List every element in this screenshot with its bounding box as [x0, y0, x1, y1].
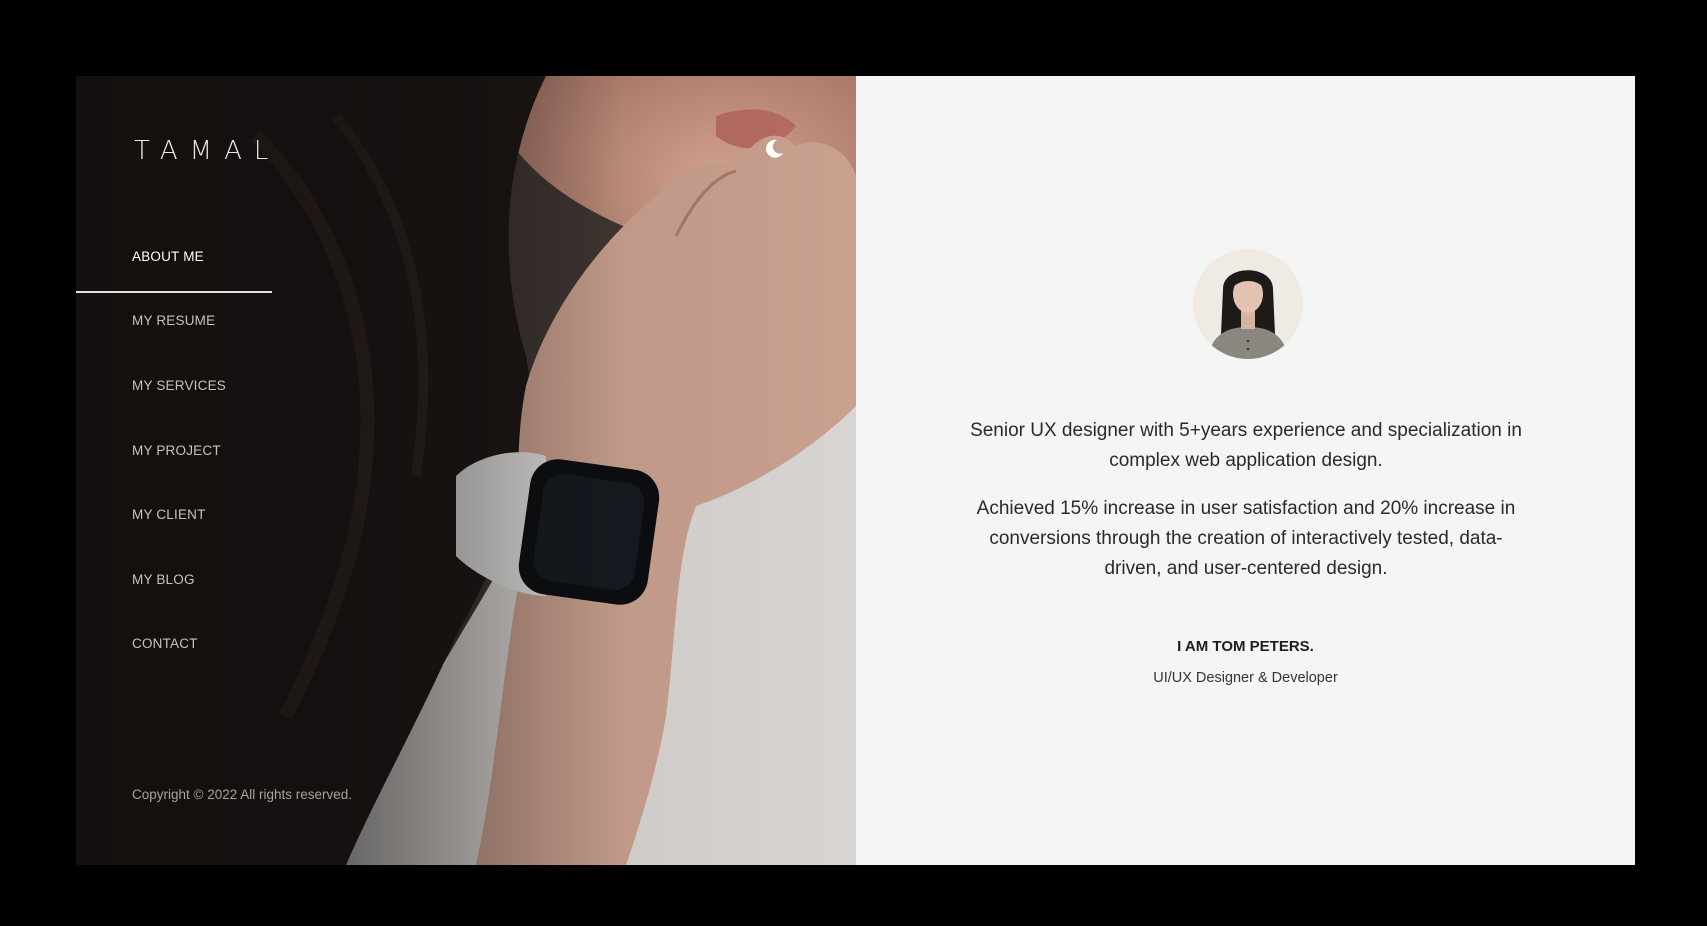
- achievement-paragraph: Achieved 15% increase in user satisfacti…: [976, 498, 1516, 579]
- nav-item-my-services[interactable]: MY SERVICES: [76, 353, 336, 418]
- person-role: UI/UX Designer & Developer: [1153, 670, 1338, 686]
- avatar: [1193, 249, 1303, 359]
- nav-item-label: MY BLOG: [132, 571, 195, 587]
- nav-item-label: CONTACT: [132, 636, 198, 652]
- nav-item-label: ABOUT ME: [132, 248, 204, 264]
- copyright-text: Copyright © 2022 All rights reserved.: [132, 787, 353, 802]
- sidebar-panel: TAMAL ABOUT ME MY RESUME MY SERVICES MY …: [76, 76, 856, 865]
- person-name: I AM TOM PETERS.: [1177, 638, 1314, 655]
- nav-item-label: MY CLIENT: [132, 507, 206, 523]
- intro-paragraph: Senior UX designer with 5+years experien…: [970, 420, 1522, 471]
- nav-item-contact[interactable]: CONTACT: [76, 612, 336, 677]
- nav-item-label: MY SERVICES: [132, 377, 226, 393]
- nav-item-my-project[interactable]: MY PROJECT: [76, 418, 336, 483]
- moon-icon[interactable]: [763, 138, 785, 160]
- nav-item-about-me[interactable]: ABOUT ME: [76, 224, 336, 289]
- nav-item-my-blog[interactable]: MY BLOG: [76, 547, 336, 612]
- site-logo[interactable]: TAMAL: [134, 136, 280, 166]
- about-section: Senior UX designer with 5+years experien…: [856, 76, 1635, 865]
- nav-item-my-resume[interactable]: MY RESUME: [76, 289, 336, 354]
- nav-item-label: MY PROJECT: [132, 442, 221, 458]
- nav-item-my-client[interactable]: MY CLIENT: [76, 482, 336, 547]
- nav-item-label: MY RESUME: [132, 313, 216, 329]
- page-frame: TAMAL ABOUT ME MY RESUME MY SERVICES MY …: [76, 76, 1635, 865]
- active-nav-indicator: [76, 291, 272, 293]
